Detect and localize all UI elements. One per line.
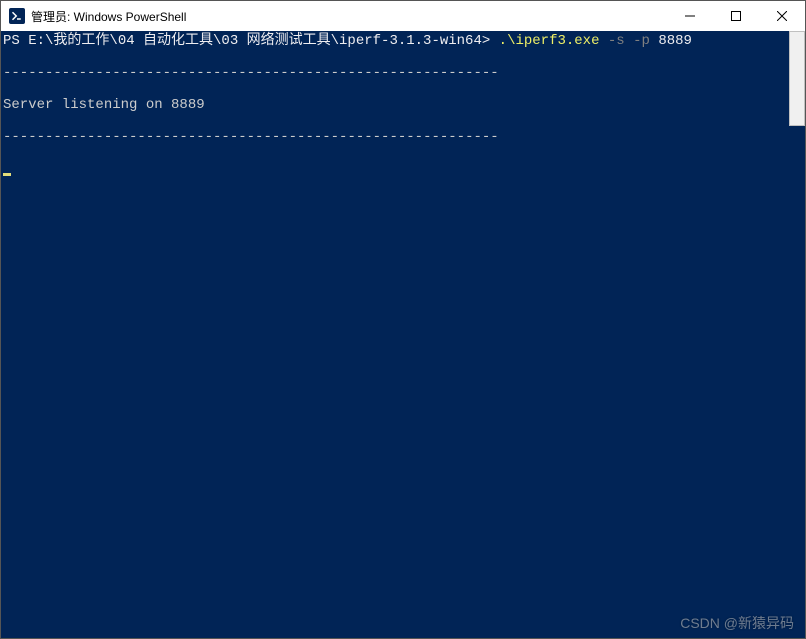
window-controls — [667, 1, 805, 31]
terminal-container: PS E:\我的工作\04 自动化工具\03 网络测试工具\iperf-3.1.… — [1, 31, 805, 638]
terminal-output[interactable]: PS E:\我的工作\04 自动化工具\03 网络测试工具\iperf-3.1.… — [1, 31, 789, 638]
cmd-executable: .\iperf3.exe — [499, 33, 600, 49]
output-listening: Server listening on 8889 — [3, 97, 789, 113]
output-divider-bottom: ----------------------------------------… — [3, 129, 789, 145]
cursor — [3, 173, 11, 176]
titlebar[interactable]: 管理员: Windows PowerShell — [1, 1, 805, 31]
cmd-port: 8889 — [658, 33, 692, 49]
prompt-path: E:\我的工作\04 自动化工具\03 网络测试工具\iperf-3.1.3-w… — [28, 33, 482, 49]
scrollbar-thumb[interactable] — [789, 31, 805, 126]
maximize-button[interactable] — [713, 1, 759, 31]
close-button[interactable] — [759, 1, 805, 31]
powershell-window: 管理员: Windows PowerShell PS E:\我的工作\04 自动… — [0, 0, 806, 639]
minimize-button[interactable] — [667, 1, 713, 31]
powershell-icon — [9, 8, 25, 24]
window-title: 管理员: Windows PowerShell — [31, 8, 667, 25]
vertical-scrollbar[interactable] — [789, 31, 805, 638]
output-divider-top: ----------------------------------------… — [3, 65, 789, 81]
cmd-flags: -s -p — [600, 33, 659, 49]
prompt-gt: > — [482, 33, 499, 49]
prompt-ps: PS — [3, 33, 28, 49]
